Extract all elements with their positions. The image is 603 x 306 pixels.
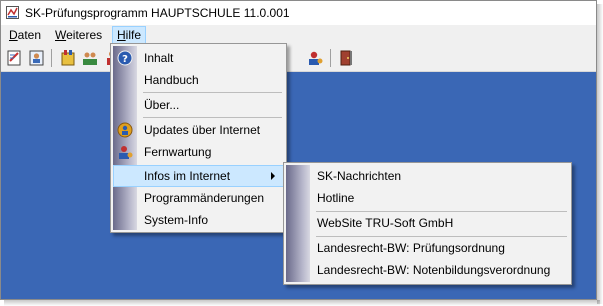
- hilfe-menu: ? Inhalt Handbuch Über... Updates über I…: [110, 43, 287, 233]
- menu-item-system-info[interactable]: System-Info: [113, 209, 284, 231]
- edit-sheet-icon[interactable]: [6, 49, 24, 67]
- menu-separator: [143, 117, 282, 118]
- menu-item-label: WebSite TRU-Soft GmbH: [317, 216, 454, 230]
- certificate-icon[interactable]: [59, 49, 77, 67]
- submenu-arrow-icon: [271, 172, 275, 180]
- menu-item-label: SK-Nachrichten: [317, 169, 402, 183]
- menu-item-label: System-Info: [144, 213, 209, 227]
- remote-support-icon[interactable]: [306, 49, 324, 67]
- title-bar[interactable]: SK-Prüfungsprogramm HAUPTSCHULE 11.0.001: [1, 1, 596, 25]
- window-shadow: [597, 4, 603, 304]
- menu-weiteres-mnemonic: W: [55, 28, 67, 42]
- toolbar: [1, 45, 596, 72]
- menu-item-programmaenderungen[interactable]: Programmänderungen: [113, 187, 284, 209]
- help-icon: ?: [117, 50, 133, 66]
- exit-door-icon[interactable]: [337, 49, 355, 67]
- menu-item-infos-im-internet[interactable]: Infos im Internet: [113, 165, 284, 187]
- student-list-icon[interactable]: [28, 49, 46, 67]
- menu-item-label: Updates über Internet: [144, 123, 261, 137]
- infos-submenu: SK-Nachrichten Hotline WebSite TRU-Soft …: [283, 162, 572, 285]
- menu-weiteres-rest: eiteres: [66, 28, 103, 42]
- svg-text:?: ?: [122, 54, 128, 65]
- menu-item-pruefungsordnung[interactable]: Landesrecht-BW: Prüfungsordnung: [286, 237, 569, 259]
- menu-item-label: Landesrecht-BW: Prüfungsordnung: [317, 241, 505, 255]
- menu-item-label: Fernwartung: [144, 145, 212, 159]
- menu-item-website[interactable]: WebSite TRU-Soft GmbH: [286, 212, 569, 234]
- app-icon: [6, 6, 19, 19]
- menu-hilfe-rest: ilfe: [125, 28, 142, 42]
- menu-item-sk-nachrichten[interactable]: SK-Nachrichten: [286, 165, 569, 187]
- remote-support-icon: [119, 146, 133, 159]
- menu-bar: Daten Weiteres Hilfe: [1, 25, 596, 45]
- menu-item-updates[interactable]: Updates über Internet: [113, 119, 284, 141]
- menu-item-fernwartung[interactable]: Fernwartung: [113, 141, 284, 163]
- menu-item-notenbildungsverordnung[interactable]: Landesrecht-BW: Notenbildungsverordnung: [286, 259, 569, 281]
- menu-daten-rest: aten: [17, 28, 42, 42]
- menu-weiteres[interactable]: Weiteres: [51, 27, 106, 43]
- menu-item-label: Infos im Internet: [144, 169, 231, 183]
- update-icon: [117, 122, 133, 138]
- menu-item-label: Inhalt: [144, 51, 174, 65]
- toolbar-separator: [51, 49, 52, 67]
- menu-item-ueber[interactable]: Über...: [113, 94, 284, 116]
- menu-hilfe-mnemonic: H: [117, 28, 126, 42]
- menu-item-inhalt[interactable]: ? Inhalt: [113, 47, 284, 69]
- menu-daten-mnemonic: D: [9, 28, 18, 42]
- menu-item-label: Handbuch: [144, 73, 199, 87]
- toolbar-separator: [330, 49, 331, 67]
- window-shadow: [4, 300, 600, 306]
- menu-daten[interactable]: Daten: [5, 27, 45, 43]
- menu-item-hotline[interactable]: Hotline: [286, 187, 569, 209]
- class-icon[interactable]: [81, 49, 99, 67]
- window-title: SK-Prüfungsprogramm HAUPTSCHULE 11.0.001: [25, 6, 290, 20]
- menu-item-label: Über...: [144, 98, 180, 112]
- menu-item-label: Landesrecht-BW: Notenbildungsverordnung: [317, 263, 551, 277]
- menu-item-handbuch[interactable]: Handbuch: [113, 69, 284, 91]
- menu-separator: [143, 92, 282, 93]
- menu-item-label: Programmänderungen: [144, 191, 265, 205]
- menu-item-label: Hotline: [317, 191, 355, 205]
